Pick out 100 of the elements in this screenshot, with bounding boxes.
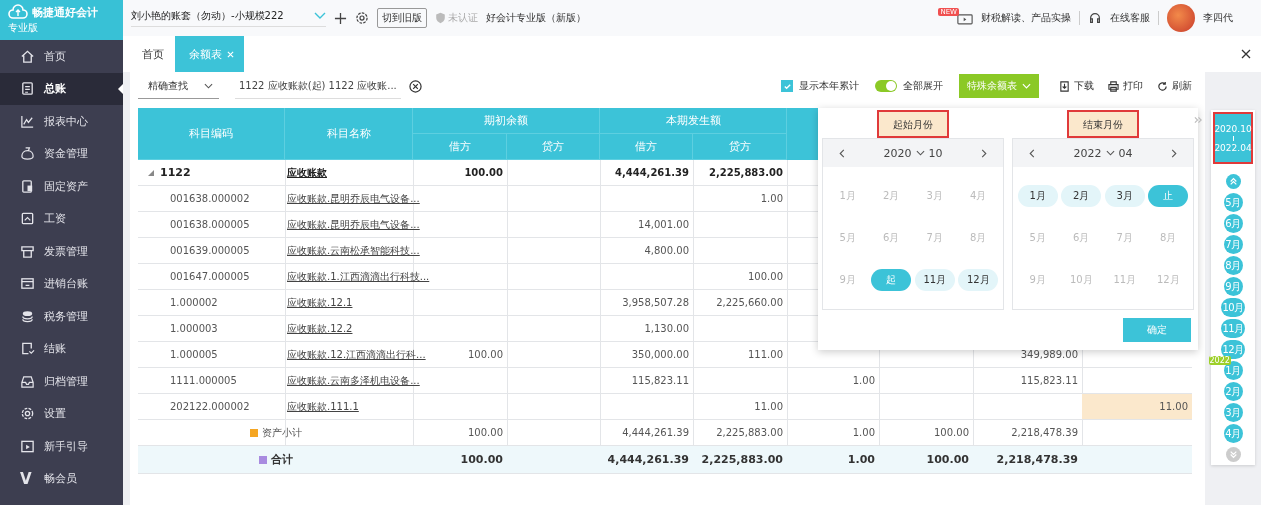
- toolbar-button[interactable]: 下载: [1059, 79, 1094, 93]
- column-header: 借方: [448, 139, 471, 154]
- previous-icon[interactable]: [1029, 148, 1035, 158]
- table-cell: 1.000002: [170, 297, 218, 308]
- checkbox[interactable]: [781, 80, 793, 92]
- account-link[interactable]: 应收账款.12.江西滴滴出行科...: [287, 347, 426, 362]
- nav-item[interactable]: 报表中心: [0, 105, 123, 138]
- table-cell: 4,444,261.39: [607, 453, 689, 466]
- table-cell: 1.000005: [170, 349, 218, 360]
- table-cell: 11.00: [754, 401, 783, 412]
- table-cell: 2,225,883.00: [701, 453, 783, 466]
- account-selector[interactable]: 刘小艳的账套（勿动）-小规模222: [131, 9, 326, 27]
- table-cell: 1.000003: [170, 323, 218, 334]
- nav-item[interactable]: 首页: [0, 40, 123, 73]
- account-link[interactable]: 应收账款.12.2: [287, 321, 353, 336]
- download-icon: [1059, 80, 1070, 92]
- month-option[interactable]: 12月: [958, 269, 999, 291]
- nav-item[interactable]: 进销台账: [0, 267, 123, 300]
- month-value[interactable]: 04: [1118, 146, 1133, 160]
- column-header: 借方: [635, 139, 657, 154]
- refresh-icon: [1157, 80, 1168, 92]
- table-cell: 100.00: [748, 271, 783, 282]
- plus-icon[interactable]: [333, 11, 347, 25]
- toolbar-button[interactable]: 刷新: [1157, 79, 1192, 93]
- next-icon[interactable]: [1171, 148, 1177, 158]
- column-header: 贷方: [542, 139, 564, 154]
- nav-item[interactable]: 资金管理: [0, 137, 123, 170]
- account-link[interactable]: 应收账款: [287, 165, 327, 180]
- table-cell: 001638.000002: [170, 193, 250, 204]
- nav-item[interactable]: 新手引导: [0, 430, 123, 463]
- close-icon[interactable]: [1241, 49, 1251, 59]
- table-cell: 001639.000005: [170, 245, 250, 256]
- caret-icon[interactable]: [148, 169, 154, 176]
- account-link[interactable]: 应收账款.1.江西滴滴出行科技...: [287, 269, 430, 284]
- account-link[interactable]: 应收账款.12.1: [287, 295, 353, 310]
- account-link[interactable]: 应收账款.111.1: [287, 399, 359, 414]
- month-option[interactable]: 2月: [1061, 185, 1102, 207]
- account-link[interactable]: 应收账款.云南多泽机电设备...: [287, 373, 420, 388]
- filter-field[interactable]: 1122 应收账款(起) 1122 应收账...: [235, 78, 401, 99]
- account-link[interactable]: 应收账款.昆明乔辰电气设备...: [287, 217, 420, 232]
- nav-item[interactable]: 工资: [0, 202, 123, 235]
- nav-item[interactable]: 归档管理: [0, 365, 123, 398]
- column-header: 贷方: [728, 139, 751, 154]
- tab[interactable]: 首页: [131, 36, 175, 72]
- nav-item[interactable]: 税务管理: [0, 300, 123, 333]
- nav-item[interactable]: 发票管理: [0, 235, 123, 268]
- toggle-label: 全部展开: [903, 79, 943, 93]
- settings-icon: [20, 406, 35, 422]
- chevron-down-icon: [204, 82, 213, 89]
- support-link[interactable]: 在线客服: [1110, 11, 1150, 25]
- product-name: 好会计专业版（新版）: [485, 11, 586, 25]
- nav-item[interactable]: 设置: [0, 397, 123, 430]
- toggle-switch[interactable]: [875, 80, 897, 92]
- column-header: 科目名称: [326, 126, 371, 141]
- table-cell: 1.00: [760, 193, 783, 204]
- column-header: 期初余额: [484, 113, 528, 128]
- total-icon: [258, 455, 267, 464]
- checkbox-label: 显示本年累计: [799, 79, 859, 93]
- account-link[interactable]: 应收账款.云南松承智能科技...: [287, 243, 420, 258]
- chevron-down-icon[interactable]: [915, 150, 925, 156]
- next-icon[interactable]: [981, 148, 987, 158]
- document-icon: [20, 81, 35, 97]
- previous-icon[interactable]: [839, 148, 845, 158]
- search-mode-dropdown[interactable]: 精确查找: [138, 78, 219, 99]
- year-value[interactable]: 2022: [1073, 146, 1102, 160]
- user-name[interactable]: 李四代: [1203, 11, 1233, 25]
- table-cell: 2,218,478.39: [1011, 427, 1078, 438]
- edition-label: 专业版: [8, 21, 38, 35]
- printer-icon: [20, 243, 35, 259]
- table-cell: 202122.000002: [170, 401, 250, 412]
- document-icon: [20, 178, 35, 194]
- switch-version-button[interactable]: 切到旧版: [376, 8, 427, 28]
- clear-icon[interactable]: [408, 79, 422, 93]
- month-option[interactable]: 3月: [1104, 185, 1145, 207]
- table-cell: 100.00: [926, 453, 969, 466]
- table-cell: 2,225,883.00: [716, 427, 783, 438]
- nav-item[interactable]: V 畅会员: [0, 462, 123, 495]
- nav-item[interactable]: 总账: [0, 72, 123, 105]
- toolbar-button[interactable]: 打印: [1108, 79, 1143, 93]
- year-tag: 2022: [1208, 356, 1231, 365]
- table-cell: 100.00: [460, 453, 503, 466]
- chevron-down-icon[interactable]: [1105, 150, 1115, 156]
- month-option[interactable]: 1月: [1017, 185, 1058, 207]
- table-cell: 2,225,660.00: [716, 297, 783, 308]
- month-option[interactable]: 11月: [914, 269, 955, 291]
- settings-icon[interactable]: [354, 11, 369, 25]
- account-link[interactable]: 应收账款.昆明乔辰电气设备...: [287, 191, 420, 206]
- document-icon: [20, 341, 35, 357]
- nav-item[interactable]: 结账: [0, 332, 123, 365]
- table-cell: 100.00: [464, 167, 503, 178]
- avatar[interactable]: [1167, 4, 1195, 32]
- news-link[interactable]: 财税解读、产品实操: [981, 11, 1071, 25]
- column-header: 本期发生额: [665, 113, 721, 128]
- table-cell: 115,823.11: [631, 375, 689, 386]
- month-value[interactable]: 10: [928, 146, 943, 160]
- table-cell: 350,000.00: [631, 349, 689, 360]
- table-cell: 1,130.00: [644, 323, 689, 334]
- year-value[interactable]: 2020: [883, 146, 912, 160]
- coins-icon: [20, 308, 35, 324]
- nav-item[interactable]: 固定资产: [0, 170, 123, 203]
